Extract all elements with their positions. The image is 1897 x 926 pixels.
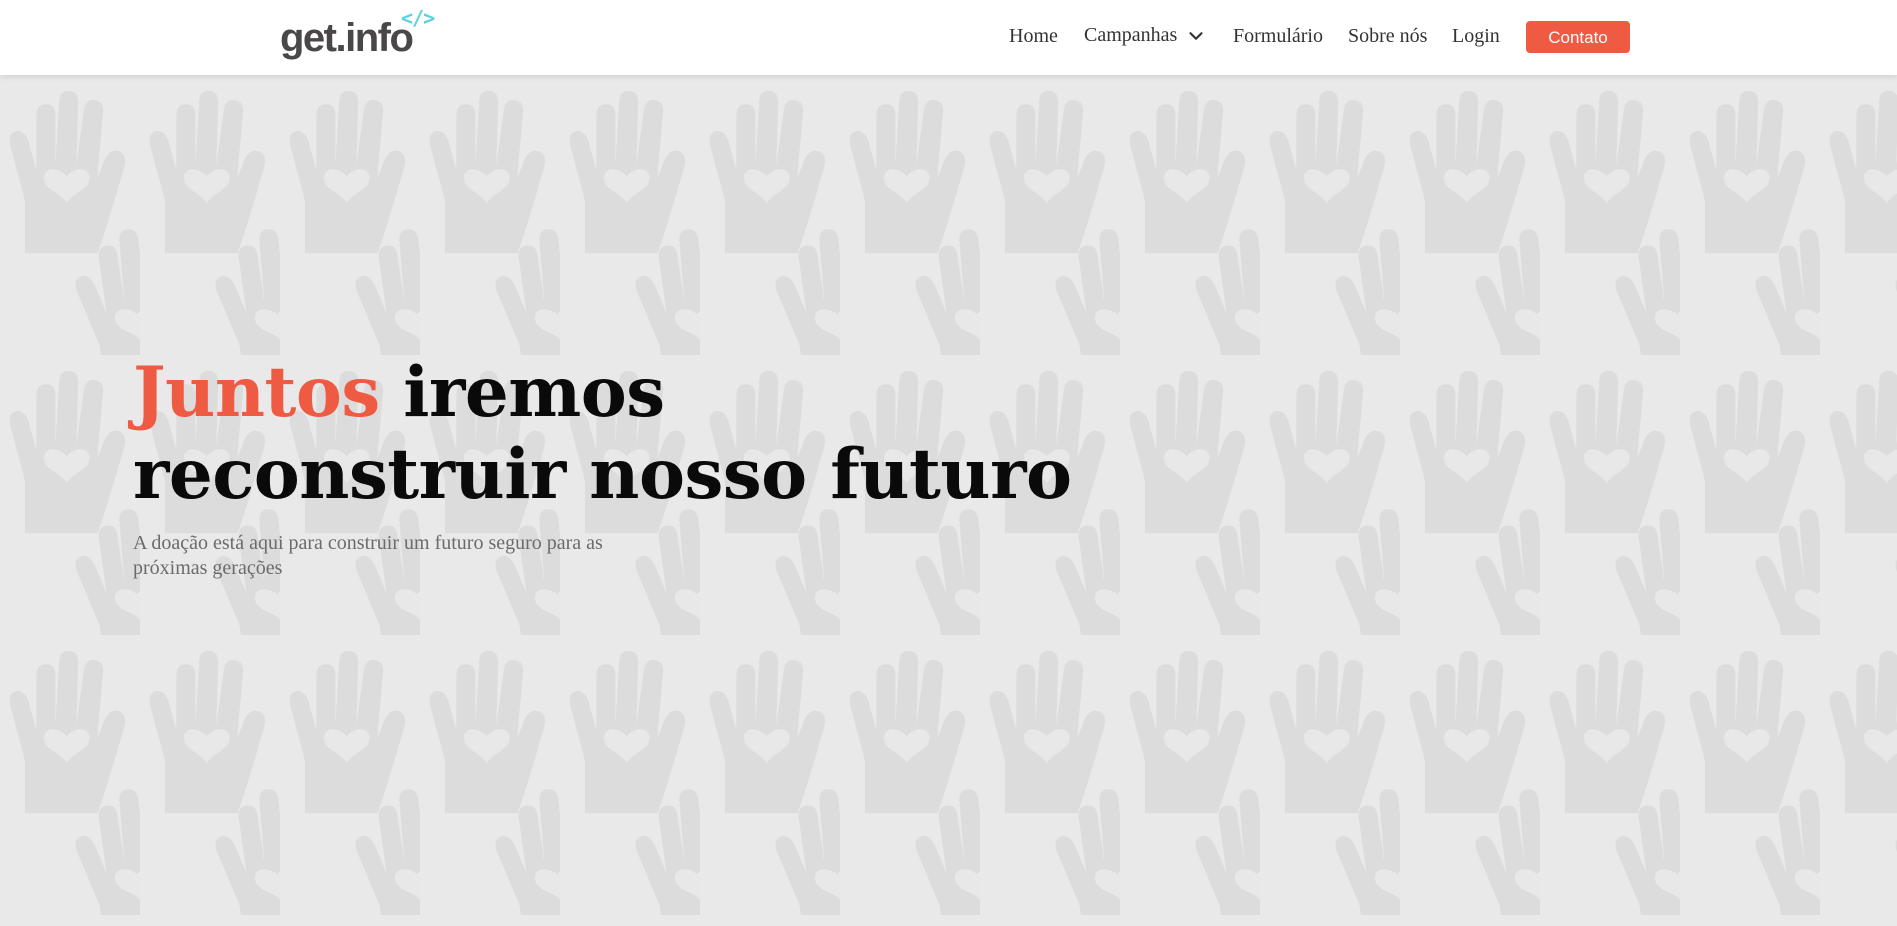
navbar: get.info </> Home Campanhas Formulário S…	[0, 0, 1897, 75]
logo-text: get.info	[280, 16, 414, 60]
nav-item-sobre-nos[interactable]: Sobre nós	[1348, 25, 1427, 48]
hero-subtitle: A doação está aqui para construir um fut…	[133, 532, 603, 579]
logo[interactable]: get.info </>	[280, 6, 440, 68]
nav-item-campanhas[interactable]: Campanhas	[1084, 24, 1207, 47]
hero-title: Juntos iremos reconstruir nosso futuro	[133, 352, 1072, 516]
chevron-down-icon	[1189, 31, 1203, 40]
nav-item-login[interactable]: Login	[1452, 25, 1500, 48]
nav-item-campanhas-label: Campanhas	[1084, 24, 1178, 46]
nav-item-home[interactable]: Home	[1009, 25, 1058, 48]
nav-item-formulario[interactable]: Formulário	[1233, 25, 1323, 48]
hero-title-line2: reconstruir nosso futuro	[133, 434, 1072, 515]
logo-code-icon: </>	[401, 6, 435, 30]
contact-button[interactable]: Contato	[1526, 21, 1630, 53]
hero-title-accent: Juntos	[133, 352, 380, 433]
hero-title-line1: iremos	[379, 352, 665, 433]
